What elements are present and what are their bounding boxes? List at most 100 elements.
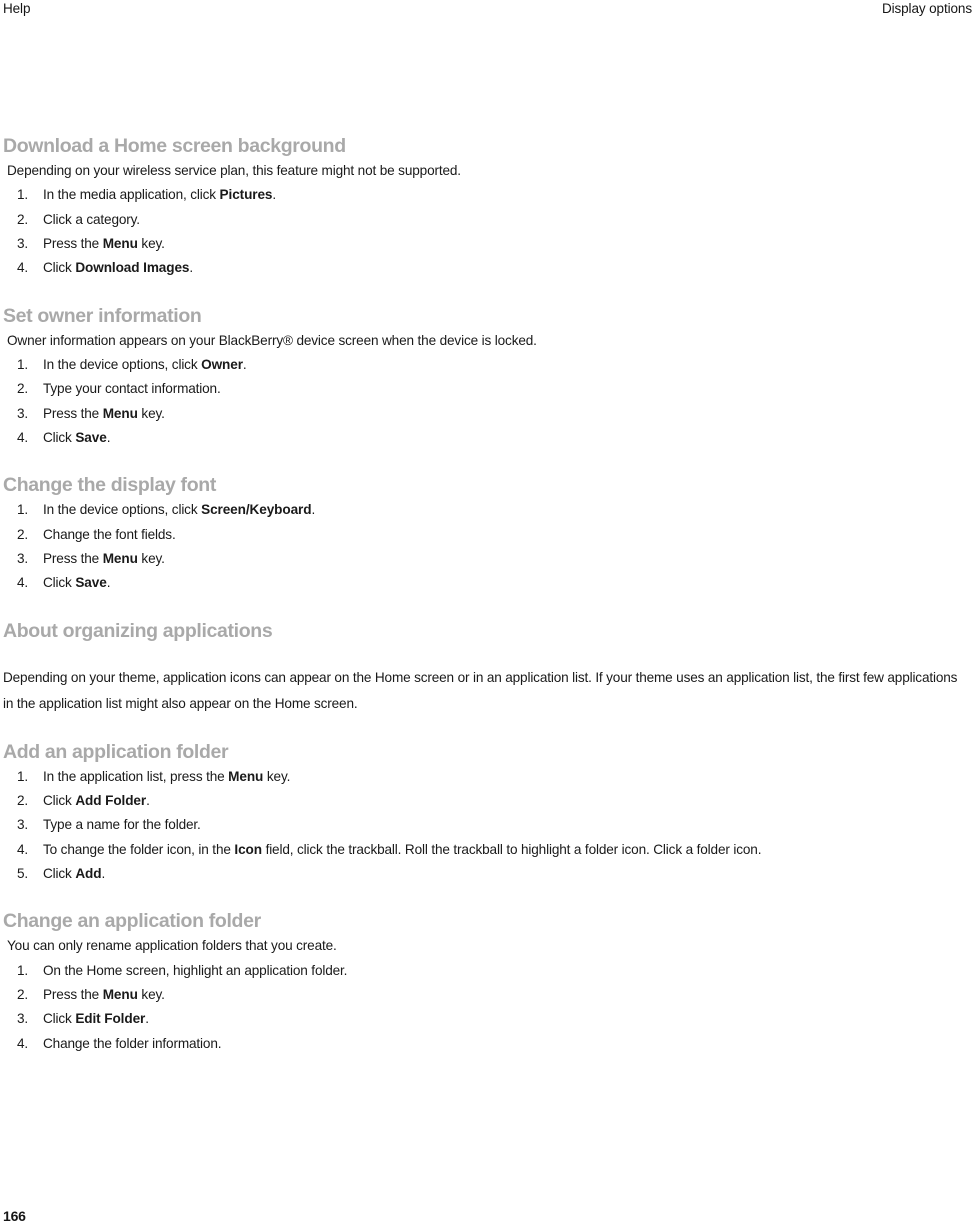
step-item: 4. To change the folder icon, in the Icon… [3,838,972,862]
step-text: Press the Menu key. [43,987,165,1002]
step-text-run: Click [43,793,76,809]
step-text: Click Edit Folder. [43,1011,149,1026]
step-item: 2. Click Add Folder. [3,789,972,813]
ui-term: Icon [234,841,262,857]
section-heading: Download a Home screen background [3,135,346,157]
ui-term: Download Images [75,260,190,276]
step-text: Change the font fields. [43,527,176,542]
ui-term: Add Folder [75,793,147,809]
ui-term: Save [75,575,107,591]
ui-term: Menu [228,768,264,784]
step-text-run: key. [263,768,291,784]
section-heading: About organizing applications [3,619,273,642]
step-text: Click a category. [43,212,140,227]
step-item: 1. In the device options, click Owner. [3,353,972,377]
step-text-run: key. [137,551,165,567]
step-item: 2. Type your contact information. [3,377,972,401]
step-text: Press the Menu key. [43,551,165,566]
step-text-run: Click [43,430,76,445]
step-number: 2. [17,793,29,809]
document-content: Download a Home screen background Dependi… [3,133,972,1056]
step-item: 3. Type a name for the folder. [3,813,972,837]
step-item: 3. Press the Menu key. [3,547,972,571]
step-number: 2. [17,381,29,397]
section-intro: Depending on your wireless service plan,… [7,163,461,178]
ui-term: Owner [201,356,243,372]
step-text-run: In the device options, click [43,502,202,518]
step-text-run: Press the [43,235,103,251]
ui-term: Menu [102,235,138,251]
step-number: 2. [17,526,29,542]
step-text-run: . [189,260,194,276]
step-item: 3. Press the Menu key. [3,402,972,426]
step-text-run: Change the folder information. [43,1035,222,1051]
step-text-run: . [146,793,150,809]
step-number: 5. [17,866,29,882]
step-text-run: Click [43,260,76,276]
ui-term: Menu [102,551,138,567]
step-number: 4. [17,1035,29,1051]
step-text-run: Type a name for the folder. [43,817,201,833]
document-page: Help Display options Download a Home scr… [0,0,975,1228]
step-text-run: Click [43,575,76,591]
step-item: 1. In the device options, click Screen/Ke… [3,498,972,522]
section-download-a-home-screen-background: Download a Home screen background Dependi… [3,133,972,281]
section-change-the-display-font: Change the display font 1. In the device o… [3,472,972,595]
step-text-run: Click [43,866,76,882]
ui-term: Edit Folder [75,1011,146,1027]
page-number: 166 [3,1208,26,1224]
step-text-run: . [242,356,247,372]
step-item: 3. Click Edit Folder. [3,1007,972,1031]
running-header-left: Help [3,1,31,16]
step-text: Type your contact information. [43,381,221,396]
step-number: 4. [17,575,29,591]
step-number: 1. [17,502,29,518]
step-text-run: . [106,575,111,591]
step-number: 2. [17,987,29,1003]
section-paragraph: Depending on your theme, application ico… [3,669,958,711]
step-text: In the device options, click Owner. [43,357,247,372]
section-change-an-application-folder: Change an application folder You can only… [3,908,972,1056]
step-text: Press the Menu key. [43,406,165,421]
step-text-run: . [101,866,106,882]
step-number: 1. [17,187,29,203]
section-add-an-application-folder: Add an application folder 1. In the applic… [3,739,972,887]
step-text-run: . [272,187,277,203]
step-text-run: Click [43,1011,76,1027]
section-heading: Change an application folder [3,910,261,933]
ui-term: Screen/Keyboard [201,502,312,518]
step-text-run: Press the [43,987,103,1003]
step-text-run: . [145,1011,149,1027]
step-item: 4. Click Save. [3,571,972,595]
step-text: Click Add. [43,866,105,881]
step-item: 2. Click a category. [3,208,972,232]
step-number: 1. [17,768,29,784]
step-number: 4. [17,260,29,276]
step-number: 1. [17,356,29,372]
step-list: 1. In the media application, click Pictur… [3,183,972,280]
step-text-run: Click a category. [43,211,140,227]
running-header: Help Display options [3,0,972,20]
step-list: 1. In the application list, press the Men… [3,765,972,887]
step-text-run: key. [137,987,165,1003]
step-item: 3. Press the Menu key. [3,232,972,256]
step-text-run: In the device options, click [43,356,202,372]
page-footer: 166 [3,1208,972,1225]
step-number: 4. [17,430,29,445]
ui-term: Save [75,430,107,445]
step-item: 4. Click Save. [3,426,972,450]
step-number: 1. [17,962,29,978]
step-number: 3. [17,1011,29,1027]
step-text-run: Type your contact information. [43,381,221,397]
running-header-right: Display options [881,1,972,16]
step-item: 1. On the Home screen, highlight an appli… [3,959,972,983]
step-list: 1. On the Home screen, highlight an appli… [3,959,972,1056]
section-heading: Set owner information [3,304,202,327]
step-text-run: To change the folder icon, in the [43,841,235,857]
step-text-run: In the application list, press the [43,768,229,784]
section-intro: Owner information appears on your BlackB… [7,332,537,348]
section-heading: Add an application folder [3,740,229,763]
